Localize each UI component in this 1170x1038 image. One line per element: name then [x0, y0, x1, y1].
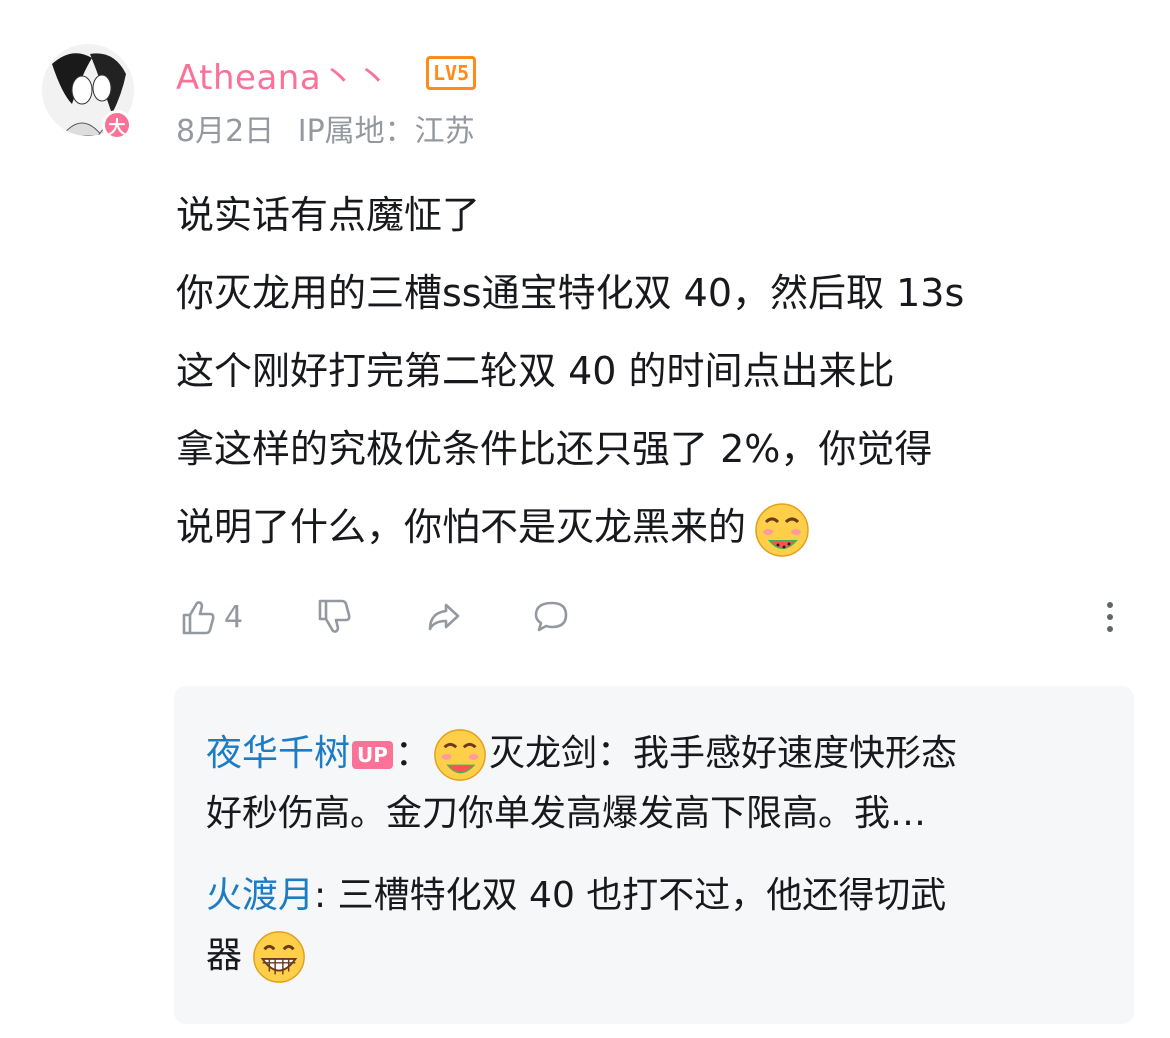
- comment-body: 说实话有点魔怔了 你灭龙用的三槽ss通宝特化双 40，然后取 13s 这个刚好打…: [176, 176, 1136, 566]
- comment-line: 这个刚好打完第二轮双 40 的时间点出来比: [176, 349, 895, 393]
- reply-text: 三槽特化双 40 也打不过，他还得切武: [326, 875, 947, 916]
- share-icon: [428, 603, 460, 631]
- comment-line: 说明了什么，你怕不是灭龙黑来的: [176, 505, 747, 549]
- comment-actions: 4: [176, 594, 1136, 640]
- like-button[interactable]: 4: [176, 594, 243, 640]
- ip-location: IP属地：江苏: [297, 114, 475, 149]
- up-tag: UP: [352, 741, 393, 769]
- level-badge: LV5: [426, 56, 477, 90]
- replies-preview[interactable]: 夜华千树 UP： 灭龙剑：我手感好速度快形态 好秒伤高。金刀你单发高爆发高下限高。…: [174, 686, 1134, 1024]
- watermelon-eating-emoji-icon: [434, 729, 486, 781]
- thumbs-up-icon: [182, 601, 215, 635]
- reply-separator: ：: [394, 733, 431, 774]
- share-button[interactable]: [422, 594, 466, 640]
- dislike-button[interactable]: [312, 594, 356, 640]
- reply-text: 器: [206, 935, 243, 976]
- reply-text: 灭龙剑：我手感好速度快形态: [488, 733, 957, 774]
- reply-separator: :: [314, 875, 327, 916]
- comment-line: 说实话有点魔怔了: [176, 193, 481, 237]
- reply-button[interactable]: [530, 594, 574, 640]
- comment-line: 你灭龙用的三槽ss通宝特化双 40，然后取 13s: [176, 271, 965, 315]
- avatar-badge: 大: [102, 110, 132, 140]
- comment-meta: 8月2日 IP属地：江苏: [176, 106, 475, 150]
- reply-text: 好秒伤高。金刀你单发高爆发高下限高。我…: [206, 793, 927, 834]
- comment-bubble-icon: [534, 601, 568, 632]
- reply-item[interactable]: 火渡月: 三槽特化双 40 也打不过，他还得切武 器: [206, 866, 1106, 986]
- more-vertical-icon: [1107, 602, 1113, 632]
- grinning-emoji-icon: [253, 931, 305, 983]
- like-count: 4: [224, 599, 244, 635]
- thumbs-down-icon: [318, 599, 351, 633]
- watermelon-eating-emoji-icon: [755, 502, 809, 557]
- more-options-button[interactable]: [1088, 594, 1132, 640]
- reply-username[interactable]: 火渡月: [206, 875, 314, 916]
- comment-line-last: 说明了什么，你怕不是灭龙黑来的: [176, 488, 1136, 566]
- reply-item[interactable]: 夜华千树 UP： 灭龙剑：我手感好速度快形态 好秒伤高。金刀你单发高爆发高下限高。…: [206, 724, 1106, 844]
- comment-line: 拿这样的究极优条件比还只强了 2%，你觉得: [176, 427, 933, 471]
- comment-date: 8月2日: [176, 114, 275, 149]
- reply-username[interactable]: 夜华千树: [206, 733, 350, 774]
- comment-username[interactable]: Atheana丶丶: [176, 50, 390, 99]
